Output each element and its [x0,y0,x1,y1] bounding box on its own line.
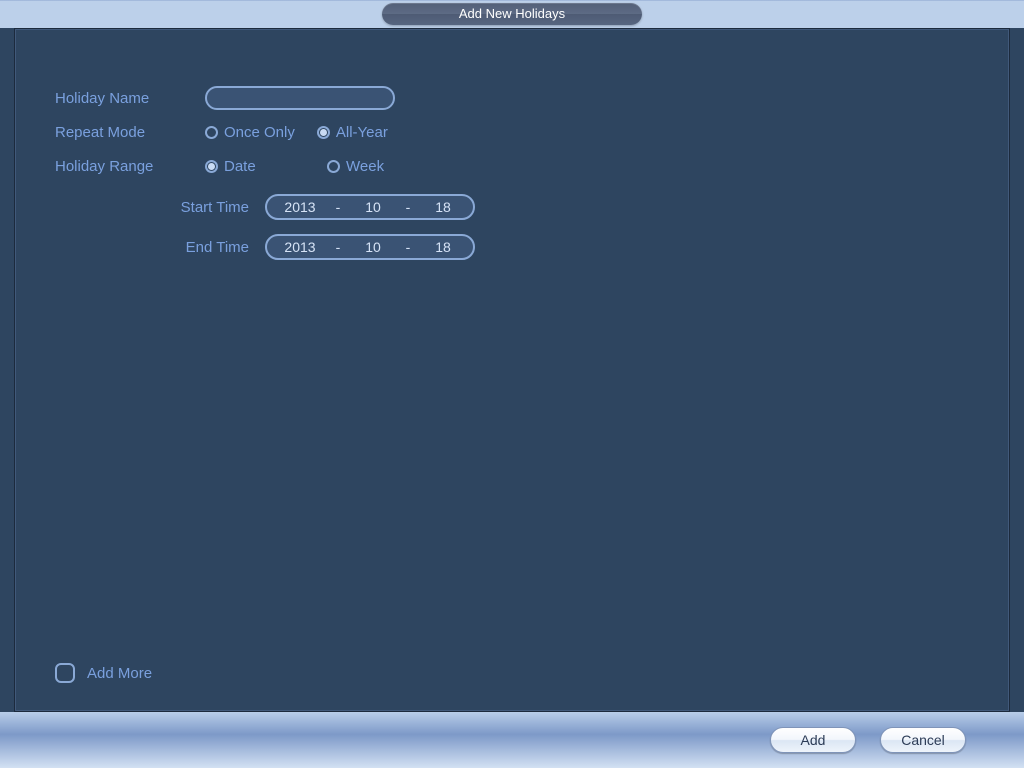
start-day[interactable]: 18 [417,199,469,215]
add-button[interactable]: Add [770,727,856,753]
dialog-content: Holiday Name Repeat Mode Once Only All-Y… [14,28,1010,712]
row-holiday-name: Holiday Name [55,81,969,115]
repeat-mode-group: Once Only All-Year [205,124,388,141]
dash-icon: - [403,239,413,255]
end-year[interactable]: 2013 [271,239,329,255]
label-start-time: Start Time [55,199,265,216]
end-day[interactable]: 18 [417,239,469,255]
add-more-checkbox[interactable] [55,663,75,683]
start-time-input[interactable]: 2013 - 10 - 18 [265,194,475,220]
radio-date[interactable]: Date [205,158,305,175]
radio-label: All-Year [336,124,388,141]
form-area: Holiday Name Repeat Mode Once Only All-Y… [55,81,969,267]
dash-icon: - [333,199,343,215]
holiday-name-input[interactable] [205,86,395,110]
radio-once-only[interactable]: Once Only [205,124,295,141]
dash-icon: - [403,199,413,215]
dash-icon: - [333,239,343,255]
label-holiday-name: Holiday Name [55,90,205,107]
row-start-time: Start Time 2013 - 10 - 18 [55,187,969,227]
label-holiday-range: Holiday Range [55,158,205,175]
radio-week[interactable]: Week [327,158,384,175]
row-end-time: End Time 2013 - 10 - 18 [55,227,969,267]
radio-label: Once Only [224,124,295,141]
label-repeat-mode: Repeat Mode [55,124,205,141]
radio-icon [317,126,330,139]
row-holiday-range: Holiday Range Date Week [55,149,969,183]
holiday-range-group: Date Week [205,158,384,175]
start-month[interactable]: 10 [347,199,399,215]
add-more-row: Add More [55,663,152,683]
dialog-title: Add New Holidays [382,3,642,25]
label-end-time: End Time [55,239,265,256]
radio-icon [205,160,218,173]
cancel-button[interactable]: Cancel [880,727,966,753]
row-repeat-mode: Repeat Mode Once Only All-Year [55,115,969,149]
radio-label: Date [224,158,256,175]
dialog-frame: Add New Holidays Holiday Name Repeat Mod… [0,0,1024,768]
radio-all-year[interactable]: All-Year [317,124,388,141]
end-time-input[interactable]: 2013 - 10 - 18 [265,234,475,260]
add-more-label: Add More [87,665,152,682]
start-year[interactable]: 2013 [271,199,329,215]
radio-icon [327,160,340,173]
button-bar: Add Cancel [0,712,1024,768]
radio-label: Week [346,158,384,175]
end-month[interactable]: 10 [347,239,399,255]
radio-icon [205,126,218,139]
